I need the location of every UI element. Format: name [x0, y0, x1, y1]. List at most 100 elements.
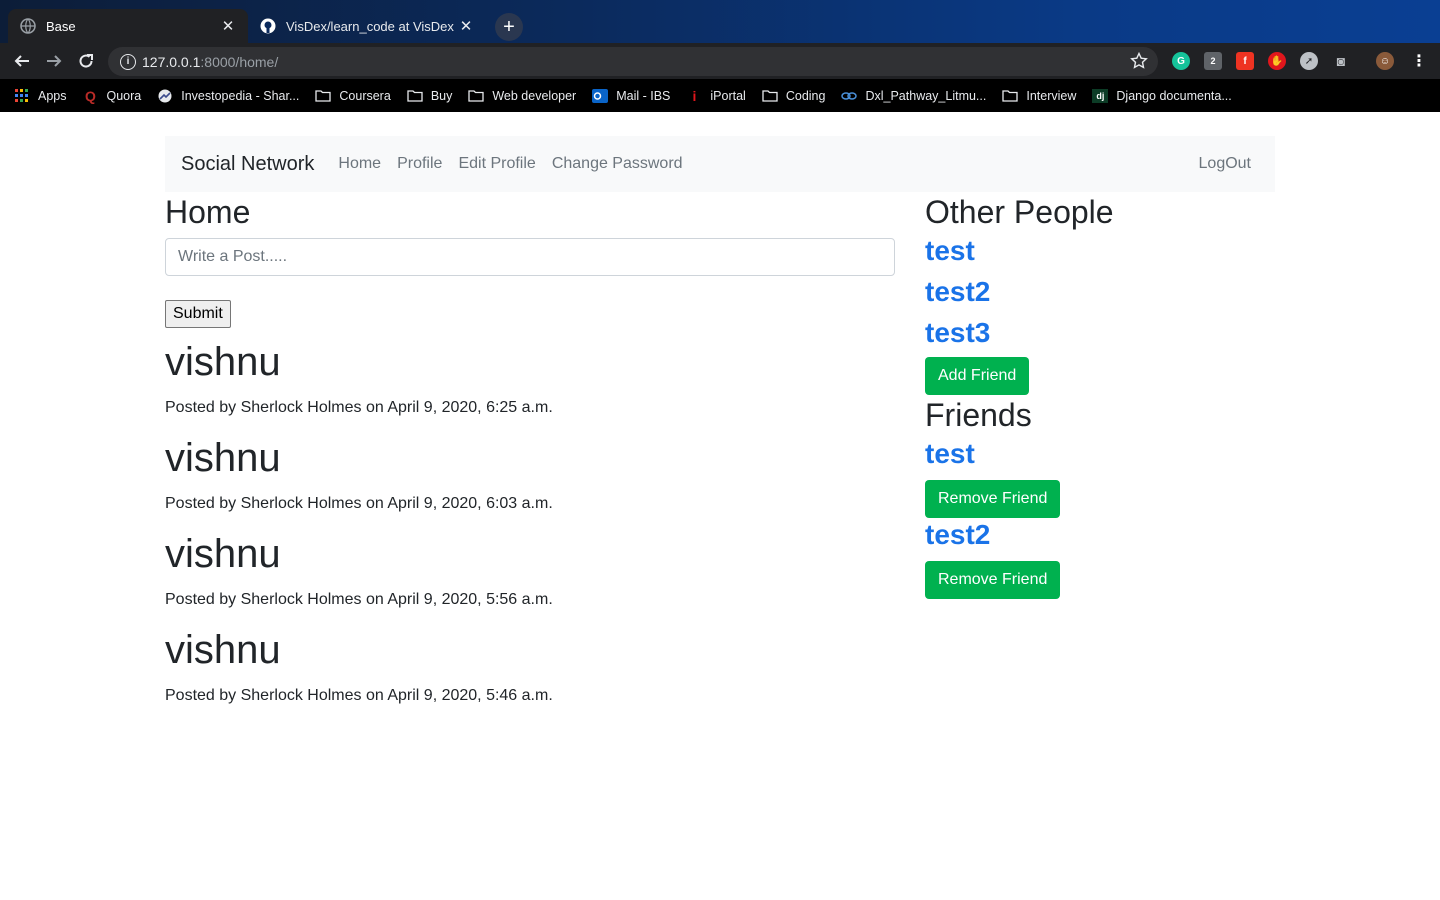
compass-icon[interactable]: ➚	[1300, 52, 1318, 70]
remove-friend-button[interactable]: Remove Friend	[925, 561, 1061, 599]
bookmark-investopedia[interactable]: Investopedia - Shar...	[157, 89, 299, 103]
bookmark-label: Coding	[785, 88, 826, 103]
outlook-icon	[592, 88, 609, 103]
django-icon: dj	[1092, 88, 1109, 103]
bookmark-label: Web developer	[492, 88, 577, 103]
adblock-icon[interactable]: ✋	[1268, 52, 1286, 70]
post-title: vishnu	[165, 628, 281, 672]
quora-icon: Q	[85, 87, 96, 104]
post-title: vishnu	[165, 340, 281, 384]
browser-tabstrip: Base ✕ VisDex/learn_code at VisDex ✕ +	[0, 0, 1440, 43]
logout-link[interactable]: LogOut	[1199, 155, 1251, 173]
bookmark-buy[interactable]: Buy	[407, 88, 453, 103]
friend-link[interactable]: test2	[925, 518, 1275, 552]
bookmark-label: Interview	[1026, 88, 1077, 103]
bookmark-coursera[interactable]: Coursera	[315, 88, 391, 103]
post-input[interactable]	[165, 238, 895, 276]
remove-friend-button[interactable]: Remove Friend	[925, 480, 1061, 518]
folder-icon	[762, 89, 778, 103]
bookmark-dxl-pathway[interactable]: Dxl_Pathway_Litmu...	[841, 89, 986, 103]
post-item: vishnu Posted by Sherlock Holmes on Apri…	[165, 338, 895, 420]
submit-button[interactable]: Submit	[165, 300, 231, 328]
tab-visdex[interactable]: VisDex/learn_code at VisDex ✕	[248, 9, 486, 43]
post-meta: Posted by Sherlock Holmes on April 9, 20…	[165, 591, 553, 608]
url-path: :8000/home/	[200, 53, 279, 70]
globe-icon	[20, 18, 36, 34]
nav-link-home[interactable]: Home	[338, 155, 381, 173]
tab-title: Base	[46, 18, 76, 34]
bookmark-web-developer[interactable]: Web developer	[468, 89, 576, 103]
camera-icon[interactable]: ◙	[1332, 52, 1350, 70]
bookmark-label: Investopedia - Shar...	[181, 88, 300, 103]
url-host: 127.0.0.1	[142, 53, 201, 70]
post-meta: Posted by Sherlock Holmes on April 9, 20…	[165, 687, 553, 704]
tab-title: VisDex/learn_code at VisDex	[286, 18, 454, 34]
grammarly-icon[interactable]: G	[1172, 52, 1190, 70]
browser-toolbar: i 127.0.0.1:8000/home/ G 2 f ✋ ➚ ◙ ☺ ⋮	[0, 43, 1440, 79]
bookmark-label: iPortal	[710, 88, 746, 103]
bookmark-iportal[interactable]: i iPortal	[686, 87, 746, 104]
address-bar[interactable]: i 127.0.0.1:8000/home/	[108, 47, 1158, 76]
nav-link-profile[interactable]: Profile	[397, 155, 442, 173]
close-tab-icon[interactable]: ✕	[458, 18, 474, 35]
back-icon[interactable]	[10, 49, 34, 73]
bookmark-label: Django documenta...	[1116, 88, 1232, 103]
github-icon	[260, 18, 276, 34]
friends-heading: Friends	[925, 397, 1032, 433]
bookmarks-bar: Apps Q Quora Investopedia - Shar... Cour…	[0, 79, 1440, 112]
forward-icon[interactable]	[42, 49, 66, 73]
main-column: Home Submit vishnu Posted by Sherlock Ho…	[165, 192, 895, 722]
add-friend-button[interactable]: Add Friend	[925, 357, 1030, 395]
post-meta: Posted by Sherlock Holmes on April 9, 20…	[165, 399, 553, 416]
other-person-link[interactable]: test2	[925, 275, 1275, 309]
menu-icon[interactable]: ⋮	[1410, 52, 1428, 70]
avatar[interactable]: ☺	[1376, 52, 1394, 70]
folder-icon	[1002, 89, 1019, 103]
other-people-heading: Other People	[925, 194, 1114, 230]
dxl-icon	[841, 89, 858, 103]
bookmark-coding[interactable]: Coding	[762, 88, 826, 103]
tab-base[interactable]: Base ✕	[8, 9, 248, 43]
extension-icon[interactable]: 2	[1204, 52, 1222, 70]
other-person-link[interactable]: test	[925, 234, 1275, 268]
close-tab-icon[interactable]: ✕	[220, 18, 236, 35]
site-navbar: Social Network Home Profile Edit Profile…	[165, 136, 1275, 192]
nav-link-edit-profile[interactable]: Edit Profile	[458, 155, 535, 173]
friend-link[interactable]: test	[925, 437, 1275, 471]
iportal-icon: i	[692, 87, 697, 104]
post-item: vishnu Posted by Sherlock Holmes on Apri…	[165, 626, 895, 708]
folder-icon	[468, 89, 485, 103]
bookmark-label: Quora	[106, 88, 142, 103]
sidebar: Other People test test2 test3 Add Friend…	[925, 192, 1275, 599]
other-person-link[interactable]: test3	[925, 316, 1275, 350]
folder-icon	[315, 89, 332, 103]
post-title: vishnu	[165, 436, 281, 480]
post-meta: Posted by Sherlock Holmes on April 9, 20…	[165, 495, 553, 512]
bookmark-label: Mail - IBS	[616, 88, 671, 103]
bookmark-label: Buy	[430, 88, 453, 103]
bookmark-quora[interactable]: Q Quora	[83, 87, 142, 104]
bookmark-django[interactable]: dj Django documenta...	[1092, 88, 1232, 103]
reload-icon[interactable]	[74, 49, 98, 73]
flash-icon[interactable]: f	[1236, 52, 1254, 70]
bookmark-interview[interactable]: Interview	[1002, 89, 1076, 103]
post-item: vishnu Posted by Sherlock Holmes on Apri…	[165, 530, 895, 612]
investopedia-icon	[157, 89, 173, 103]
new-tab-button[interactable]: +	[495, 13, 523, 41]
web-page: Social Network Home Profile Edit Profile…	[0, 112, 1440, 900]
bookmark-label: Dxl_Pathway_Litmu...	[865, 88, 987, 103]
extension-badge: 2	[1210, 56, 1216, 66]
brand-link[interactable]: Social Network	[181, 153, 314, 176]
bookmark-apps[interactable]: Apps	[14, 88, 67, 103]
post-item: vishnu Posted by Sherlock Holmes on Apri…	[165, 434, 895, 516]
apps-grid-icon	[14, 88, 30, 103]
folder-icon	[407, 89, 423, 103]
page-title: Home	[165, 194, 251, 230]
nav-link-change-password[interactable]: Change Password	[552, 155, 683, 173]
post-title: vishnu	[165, 532, 281, 576]
bookmark-label: Apps	[38, 88, 67, 103]
bookmark-star-icon[interactable]	[1130, 51, 1148, 70]
bookmark-label: Coursera	[339, 88, 391, 103]
info-icon[interactable]: i	[120, 53, 136, 70]
bookmark-mail-ibs[interactable]: Mail - IBS	[592, 88, 671, 103]
